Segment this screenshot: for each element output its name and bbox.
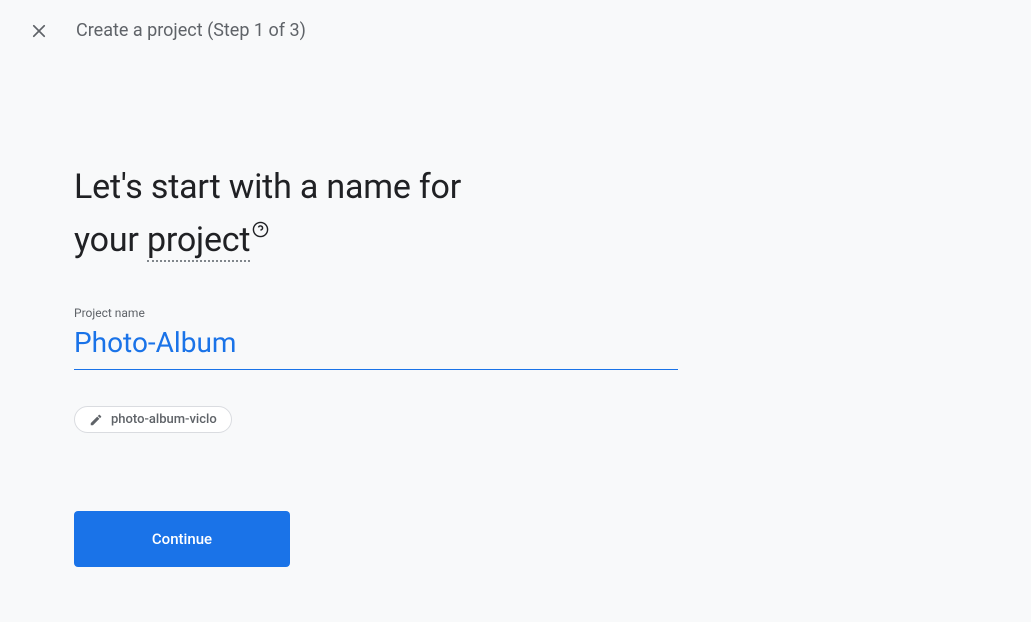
heading-underlined-term[interactable]: project: [147, 220, 250, 262]
heading-line1: Let's start with a name for: [74, 167, 461, 207]
project-name-field: Project name: [74, 306, 680, 370]
project-name-label: Project name: [74, 306, 680, 320]
close-button[interactable]: [30, 22, 48, 40]
help-icon[interactable]: [252, 221, 269, 238]
header-title: Create a project (Step 1 of 3): [76, 20, 306, 41]
page-heading: Let's start with a name for your project: [74, 161, 680, 266]
project-id-label: photo-album-viclo: [111, 412, 217, 427]
close-icon: [30, 22, 48, 40]
project-name-input[interactable]: [74, 324, 678, 370]
heading-line2-prefix: your: [74, 220, 147, 260]
content-area: Let's start with a name for your project…: [0, 61, 680, 567]
edit-icon: [89, 413, 103, 427]
continue-button[interactable]: Continue: [74, 511, 290, 567]
modal-header: Create a project (Step 1 of 3): [0, 0, 1031, 61]
project-id-chip[interactable]: photo-album-viclo: [74, 406, 232, 433]
